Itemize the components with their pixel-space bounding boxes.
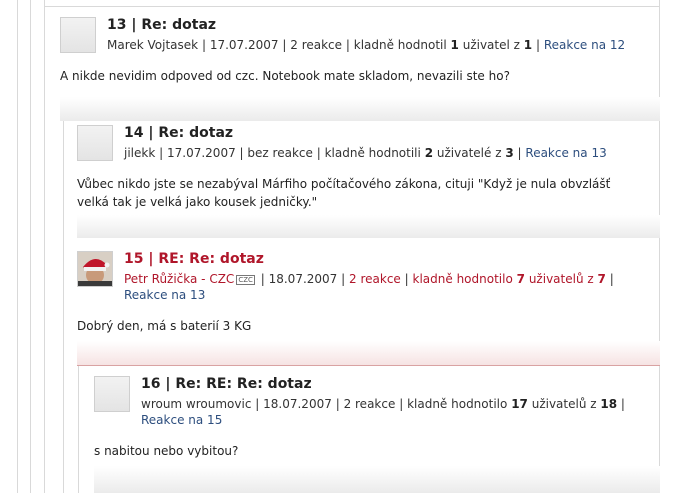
comment-footer: [60, 97, 660, 121]
comment-title[interactable]: 16 | Re: RE: Re: dotaz: [141, 376, 312, 392]
reply-to-link[interactable]: Reakce na 13: [124, 288, 205, 302]
comment-14: 14 | Re: dotaz jilekk | 17.07.2007 | bez…: [77, 125, 660, 238]
top-divider: [44, 6, 660, 7]
thread-line: [30, 0, 31, 493]
reactions-count: 2 reakce: [290, 38, 343, 52]
comment-15: 15 | RE: Re: dotaz Petr Růžička - CZC CZC…: [77, 251, 660, 366]
comment-16: 16 | Re: RE: Re: dotaz wroum wroumovic |…: [94, 376, 660, 493]
reply-to-link[interactable]: Reakce na 15: [141, 413, 222, 427]
thread-line: [78, 362, 79, 493]
comment-title[interactable]: 15 | RE: Re: dotaz: [124, 251, 264, 267]
comment-title[interactable]: 13 | Re: dotaz: [107, 17, 216, 33]
rating-text: kladně hodnotilo 7 uživatelů z 7: [412, 272, 606, 286]
reply-to-link[interactable]: Reakce na 12: [544, 38, 625, 52]
avatar[interactable]: [77, 251, 113, 287]
comment-footer: [77, 215, 660, 238]
reply-to-link[interactable]: Reakce na 13: [525, 146, 606, 160]
comment-footer: [94, 466, 660, 493]
comment-footer: [77, 341, 660, 366]
santa-avatar-icon: [78, 252, 112, 286]
comment-date: 18.07.2007: [263, 397, 332, 411]
comment-text: Vůbec nikdo jste se nezabýval Márfiho po…: [77, 177, 611, 209]
staff-badge: CZC: [236, 275, 255, 285]
author-link[interactable]: Marek Vojtasek: [107, 38, 198, 52]
comment-text: Dobrý den, má s baterií 3 KG: [77, 319, 252, 333]
comment-text: A nikde nevidim odpoved od czc. Notebook…: [60, 69, 510, 83]
comment-meta: Marek Vojtasek | 17.07.2007 | 2 reakce |…: [107, 38, 626, 52]
avatar[interactable]: [94, 376, 130, 412]
reactions-count: 2 reakce: [343, 397, 396, 411]
reactions-count: bez reakce: [247, 146, 313, 160]
reactions-count: 2 reakce: [349, 272, 401, 286]
avatar[interactable]: [77, 125, 113, 161]
thread-line: [44, 0, 45, 493]
comment-date: 18.07.2007: [268, 272, 338, 286]
comment-date: 17.07.2007: [209, 38, 279, 52]
author-link[interactable]: wroum wroumovic: [141, 397, 251, 411]
comment-title[interactable]: 14 | Re: dotaz: [124, 125, 233, 141]
thread-line: [17, 0, 18, 493]
rating-text: kladně hodnotilo 17 uživatelů z 18: [407, 397, 618, 411]
comment-date: 17.07.2007: [167, 146, 236, 160]
rating-text: kladně hodnotili 2 uživatelé z 3: [324, 146, 514, 160]
comment-meta: wroum wroumovic | 18.07.2007 | 2 reakce …: [141, 397, 625, 427]
author-link[interactable]: jilekk: [124, 146, 155, 160]
comment-text: s nabitou nebo vybitou?: [94, 444, 239, 458]
author-link[interactable]: Petr Růžička - CZC: [124, 272, 234, 286]
thread-line: [63, 118, 64, 493]
avatar[interactable]: [60, 17, 96, 53]
comment-13: 13 | Re: dotaz Marek Vojtasek | 17.07.20…: [60, 17, 660, 121]
comment-meta: Petr Růžička - CZC CZC | 18.07.2007 | 2 r…: [124, 272, 614, 302]
comment-meta: jilekk | 17.07.2007 | bez reakce | kladn…: [124, 146, 607, 160]
rating-text: kladně hodnotil 1 uživatel z 1: [353, 38, 533, 52]
